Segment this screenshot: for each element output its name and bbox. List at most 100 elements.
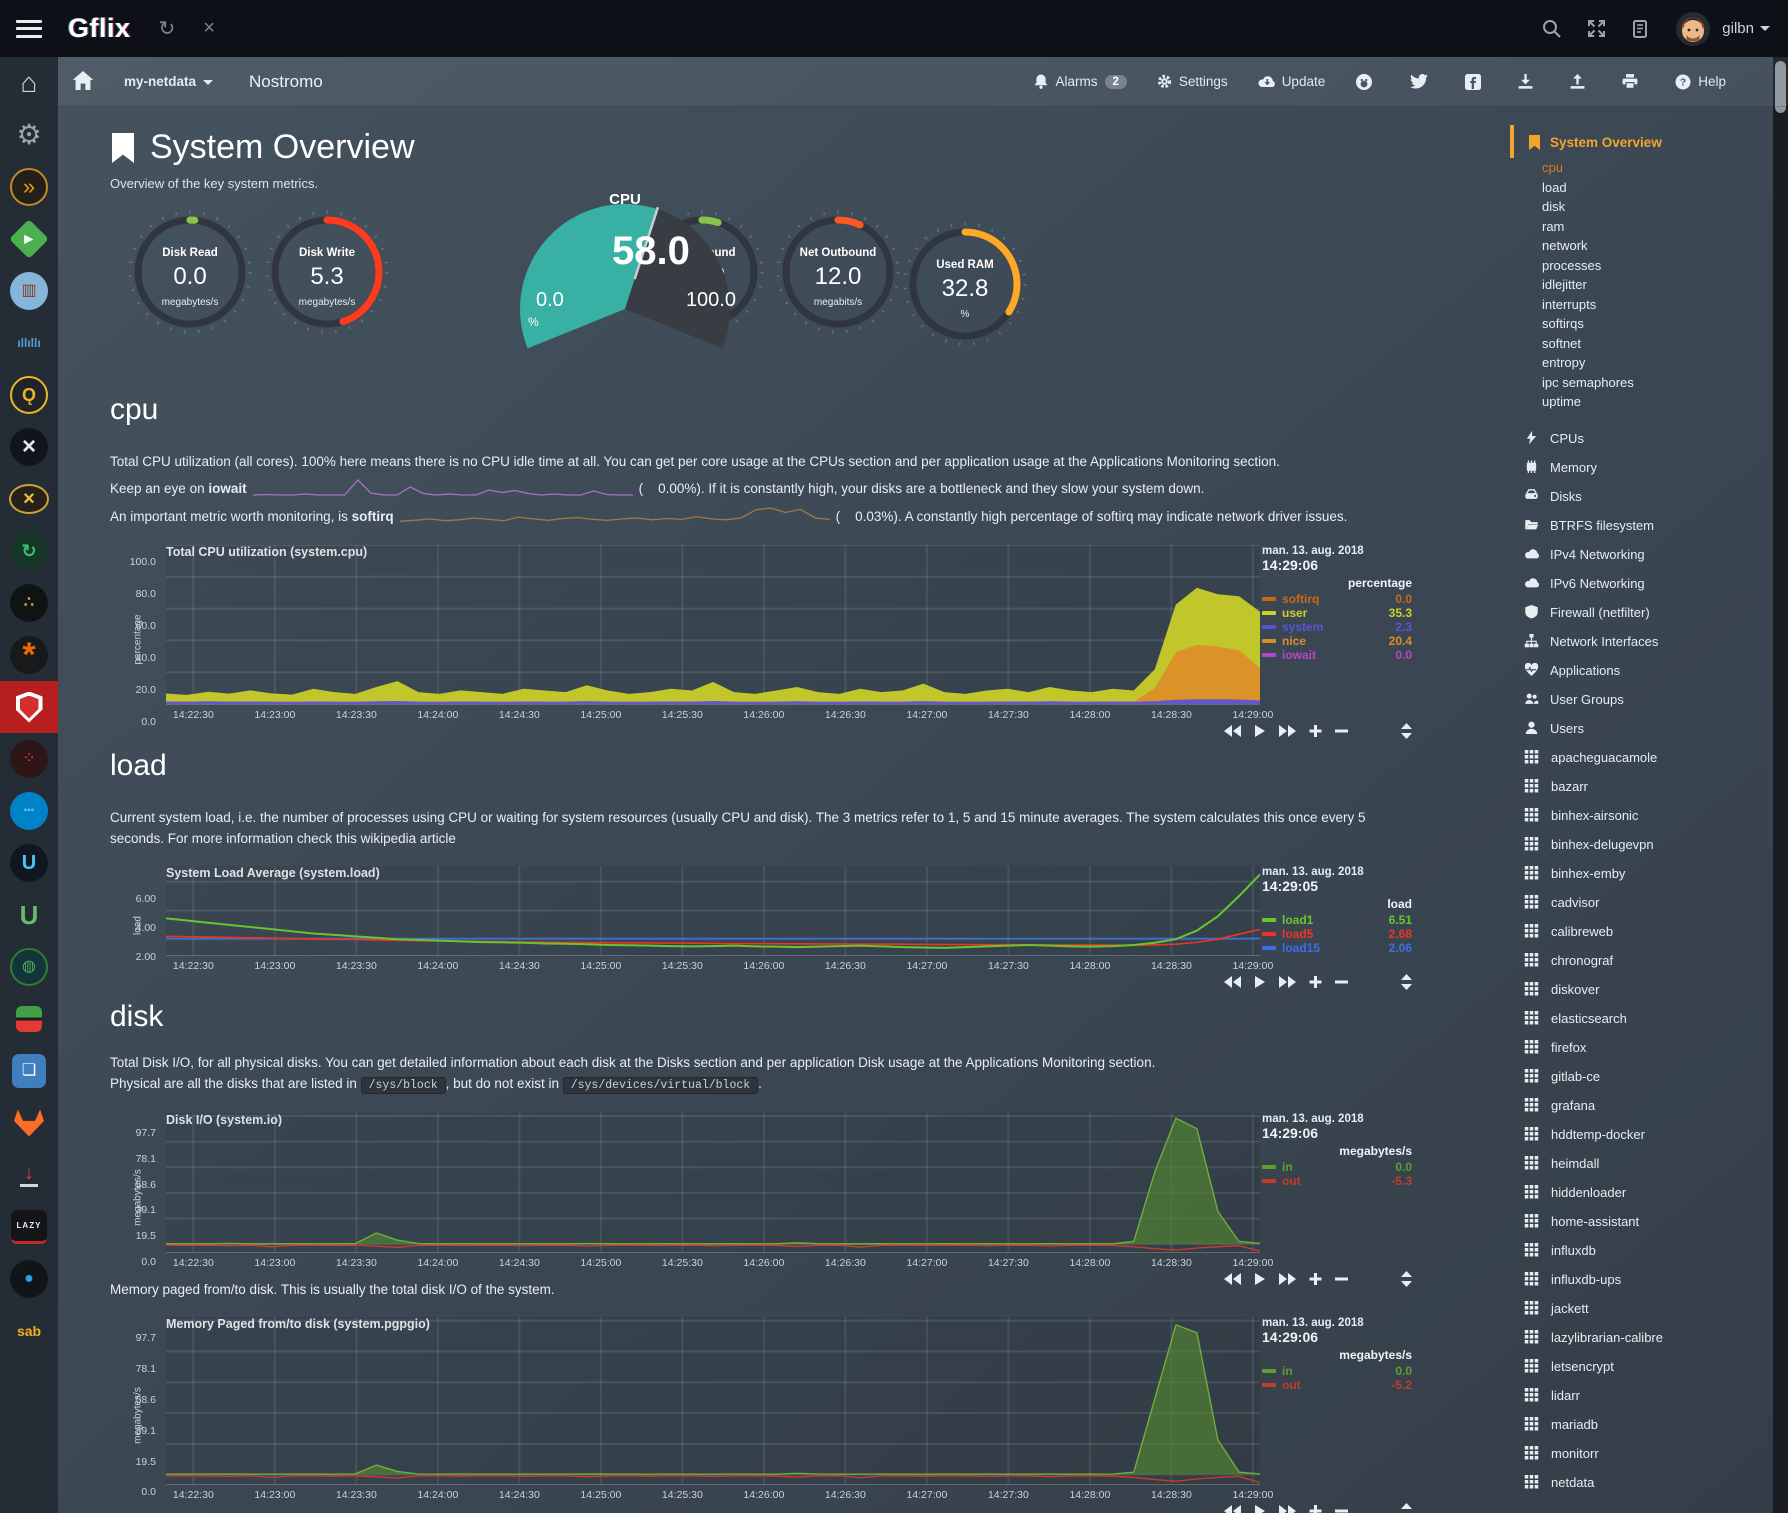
sidebar-app-unifi[interactable]: U xyxy=(0,837,58,889)
menu-item-softnet[interactable]: softnet xyxy=(1542,334,1788,354)
sidebar-app-home[interactable]: ⌂ xyxy=(0,57,58,109)
sidebar-app-heimdall[interactable]: ❏ xyxy=(0,1045,58,1097)
home-icon[interactable] xyxy=(72,71,94,93)
menu-section-ipv4-networking[interactable]: IPv4 Networking xyxy=(1524,540,1788,569)
menu-item-softirqs[interactable]: softirqs xyxy=(1542,314,1788,334)
sidebar-app-red-green-app[interactable] xyxy=(0,993,58,1045)
legend-series-load1[interactable]: load16.51 xyxy=(1262,913,1412,927)
print-icon[interactable] xyxy=(1622,74,1645,89)
menu-item-entropy[interactable]: entropy xyxy=(1542,353,1788,373)
menu-app-binhex-emby[interactable]: binhex-emby xyxy=(1524,859,1788,888)
menu-app-bazarr[interactable]: bazarr xyxy=(1524,772,1788,801)
sidebar-app-calibre-web[interactable]: ▥ xyxy=(0,265,58,317)
alarms-button[interactable]: Alarms 2 xyxy=(1034,74,1126,89)
zoom-out-button[interactable] xyxy=(1335,976,1348,988)
menu-item-uptime[interactable]: uptime xyxy=(1542,392,1788,412)
menu-item-processes[interactable]: processes xyxy=(1542,256,1788,276)
sidebar-app-settings[interactable]: ⚙ xyxy=(0,109,58,161)
sidebar-app-chronograf[interactable]: ∴ xyxy=(0,577,58,629)
menu-app-jackett[interactable]: jackett xyxy=(1524,1294,1788,1323)
download-icon[interactable] xyxy=(1518,74,1540,89)
play-button[interactable] xyxy=(1254,1273,1266,1285)
menu-app-influxdb[interactable]: influxdb xyxy=(1524,1236,1788,1265)
github-icon[interactable] xyxy=(1355,73,1380,91)
menu-app-calibreweb[interactable]: calibreweb xyxy=(1524,917,1788,946)
username[interactable]: gilbn xyxy=(1722,20,1754,37)
news-icon[interactable] xyxy=(1632,20,1650,38)
menu-app-binhex-delugevpn[interactable]: binhex-delugevpn xyxy=(1524,830,1788,859)
chart-resize-handle[interactable] xyxy=(1401,1503,1412,1513)
sidebar-app-jdownloader[interactable]: ↓ xyxy=(0,1149,58,1201)
iowait-sparkline[interactable] xyxy=(253,477,633,500)
legend-series-load15[interactable]: load152.06 xyxy=(1262,941,1412,955)
menu-app-grafana[interactable]: grafana xyxy=(1524,1091,1788,1120)
user-menu-caret-icon[interactable] xyxy=(1760,26,1770,31)
legend-series-load5[interactable]: load52.68 xyxy=(1262,927,1412,941)
refresh-icon[interactable]: ↻ xyxy=(159,16,176,41)
legend-series-out[interactable]: out-5.3 xyxy=(1262,1174,1412,1188)
menu-section-memory[interactable]: Memory xyxy=(1524,453,1788,482)
menu-app-diskover[interactable]: diskover xyxy=(1524,975,1788,1004)
menu-item-ram[interactable]: ram xyxy=(1542,217,1788,237)
chart-resize-handle[interactable] xyxy=(1401,1271,1412,1292)
sidebar-app-nextcloud[interactable]: ◦◦◦ xyxy=(0,785,58,837)
menu-item-network[interactable]: network xyxy=(1542,236,1788,256)
menu-app-mariadb[interactable]: mariadb xyxy=(1524,1410,1788,1439)
menu-item-ipc-semaphores[interactable]: ipc semaphores xyxy=(1542,373,1788,393)
menu-app-binhex-airsonic[interactable]: binhex-airsonic xyxy=(1524,801,1788,830)
menu-app-netdata[interactable]: netdata xyxy=(1524,1468,1788,1497)
memory-paged-chart[interactable]: Memory Paged from/to disk (system.pgpgio… xyxy=(110,1317,1440,1503)
skip-back-button[interactable] xyxy=(1224,1505,1241,1513)
legend-series-in[interactable]: in0.0 xyxy=(1262,1364,1412,1378)
menu-section-btrfs-filesystem[interactable]: BTRFS filesystem xyxy=(1524,511,1788,540)
legend-series-in[interactable]: in0.0 xyxy=(1262,1160,1412,1174)
zoom-in-button[interactable] xyxy=(1309,1505,1322,1513)
gauge-disk-write[interactable]: Disk Write5.3megabytes/s xyxy=(252,207,402,342)
sidebar-app-jackett[interactable]: Ǫ xyxy=(0,369,58,421)
skip-forward-button[interactable] xyxy=(1279,1505,1296,1513)
gauge-cpu[interactable]: CPU58.00.0100.0% xyxy=(510,197,740,352)
sidebar-app-netdata[interactable] xyxy=(0,681,58,733)
help-button[interactable]: ? Help xyxy=(1675,74,1726,90)
sidebar-app-grafana[interactable]: * xyxy=(0,629,58,681)
app-logo[interactable]: Gflix xyxy=(68,13,131,44)
skip-forward-button[interactable] xyxy=(1279,976,1296,988)
menu-app-heimdall[interactable]: heimdall xyxy=(1524,1149,1788,1178)
load-average-chart[interactable]: System Load Average (system.load)14:22:3… xyxy=(110,866,1440,974)
zoom-out-button[interactable] xyxy=(1335,1505,1348,1513)
twitter-icon[interactable] xyxy=(1410,74,1435,89)
gauge-disk-read[interactable]: Disk Read0.0megabytes/s xyxy=(115,207,265,342)
sidebar-app-ombi[interactable]: × xyxy=(0,421,58,473)
menu-section-applications[interactable]: Applications xyxy=(1524,656,1788,685)
menu-app-letsencrypt[interactable]: letsencrypt xyxy=(1524,1352,1788,1381)
cpu-utilization-chart[interactable]: Total CPU utilization (system.cpu)14:22:… xyxy=(110,545,1440,723)
zoom-in-button[interactable] xyxy=(1309,725,1322,737)
menu-item-load[interactable]: load xyxy=(1542,178,1788,198)
skip-forward-button[interactable] xyxy=(1279,1273,1296,1285)
play-button[interactable] xyxy=(1254,1505,1266,1513)
menu-app-hiddenloader[interactable]: hiddenloader xyxy=(1524,1178,1788,1207)
sidebar-app-lazylibrarian[interactable]: LAZY xyxy=(0,1201,58,1253)
menu-app-firefox[interactable]: firefox xyxy=(1524,1033,1788,1062)
menu-system-overview[interactable]: System Overview xyxy=(1510,125,1788,158)
sidebar-app-pihole[interactable]: ⁘ xyxy=(0,733,58,785)
softirq-sparkline[interactable] xyxy=(400,505,830,528)
menu-section-user-groups[interactable]: User Groups xyxy=(1524,685,1788,714)
menu-app-hddtemp-docker[interactable]: hddtemp-docker xyxy=(1524,1120,1788,1149)
menu-app-elasticsearch[interactable]: elasticsearch xyxy=(1524,1004,1788,1033)
menu-item-interrupts[interactable]: interrupts xyxy=(1542,295,1788,315)
menu-item-idlejitter[interactable]: idlejitter xyxy=(1542,275,1788,295)
sidebar-app-binhex-delugevpn[interactable]: ↻ xyxy=(0,525,58,577)
close-tab-icon[interactable]: × xyxy=(203,17,215,40)
legend-series-out[interactable]: out-5.2 xyxy=(1262,1378,1412,1392)
menu-section-ipv6-networking[interactable]: IPv6 Networking xyxy=(1524,569,1788,598)
search-icon[interactable] xyxy=(1542,19,1561,38)
sidebar-app-sabnzbd[interactable]: sab xyxy=(0,1305,58,1357)
legend-series-system[interactable]: system2.3 xyxy=(1262,620,1412,634)
zoom-in-button[interactable] xyxy=(1309,1273,1322,1285)
legend-series-iowait[interactable]: iowait0.0 xyxy=(1262,648,1412,662)
skip-back-button[interactable] xyxy=(1224,725,1241,737)
upload-icon[interactable] xyxy=(1570,74,1592,89)
user-avatar[interactable] xyxy=(1676,12,1710,46)
menu-app-lidarr[interactable]: lidarr xyxy=(1524,1381,1788,1410)
